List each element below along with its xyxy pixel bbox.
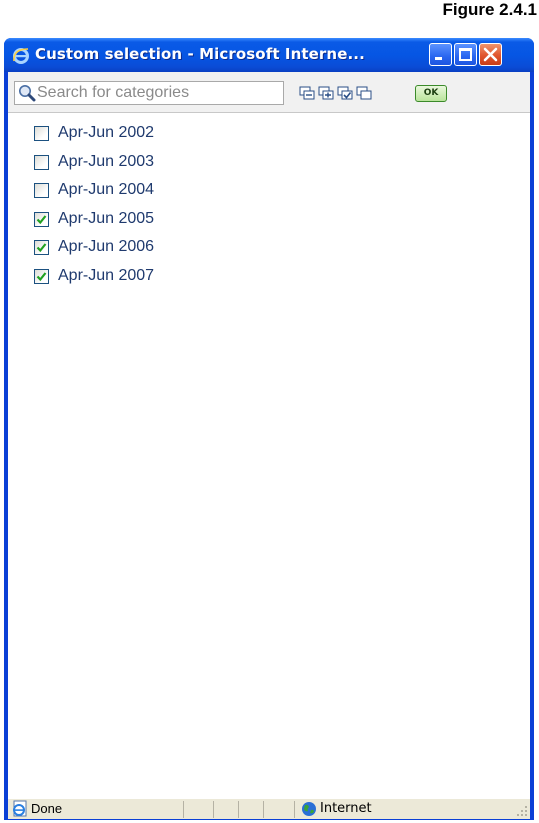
ok-button[interactable]: OK [415, 85, 447, 102]
check-icon [36, 271, 47, 281]
status-divider [263, 801, 264, 818]
browser-popup-window: Custom selection - Microsoft Interne... [4, 38, 534, 820]
globe-icon [302, 802, 316, 816]
category-item[interactable]: Apr-Jun 2003 [34, 153, 154, 182]
status-bar: Done Internet [8, 798, 530, 819]
check-icon [36, 243, 47, 253]
checkbox-checked[interactable] [34, 211, 49, 227]
minimize-button[interactable] [429, 43, 452, 66]
maximize-icon [459, 48, 472, 61]
checkbox-unchecked[interactable] [34, 183, 49, 198]
status-divider [238, 801, 239, 818]
maximize-button[interactable] [454, 43, 477, 66]
category-item[interactable]: Apr-Jun 2007 [34, 267, 154, 296]
search-box[interactable] [14, 81, 284, 105]
toolbar: OK [8, 72, 530, 113]
minimize-icon [435, 57, 442, 60]
close-button[interactable] [479, 43, 502, 66]
category-label: Apr-Jun 2003 [58, 152, 155, 170]
checkbox-unchecked[interactable] [34, 126, 49, 141]
window-title: Custom selection - Microsoft Interne... [35, 45, 365, 63]
expand-all-icon[interactable] [318, 86, 335, 101]
category-label: Apr-Jun 2007 [58, 266, 155, 284]
category-label: Apr-Jun 2005 [58, 209, 155, 227]
resize-grip-icon[interactable] [516, 805, 528, 817]
status-divider [183, 801, 184, 818]
page-icon [13, 800, 27, 817]
search-icon [19, 85, 36, 102]
figure-caption: Figure 2.4.1 [442, 0, 537, 19]
category-list: Apr-Jun 2002 Apr-Jun 2003 Apr-Jun 2004 Apr-… [34, 124, 154, 295]
close-icon [483, 47, 498, 62]
checkbox-unchecked[interactable] [34, 154, 49, 170]
category-label: Apr-Jun 2002 [58, 124, 155, 141]
status-text: Done [31, 801, 63, 816]
status-divider [294, 801, 295, 818]
deselect-all-icon[interactable] [356, 86, 373, 101]
category-item[interactable]: Apr-Jun 2005 [34, 210, 154, 239]
category-item[interactable]: Apr-Jun 2006 [34, 238, 154, 267]
zone-text: Internet [320, 801, 372, 816]
category-item[interactable]: Apr-Jun 2002 [34, 124, 154, 153]
select-all-icon[interactable] [337, 86, 354, 101]
checkbox-checked[interactable] [34, 240, 49, 255]
checkbox-checked[interactable] [34, 268, 49, 284]
popup-content: OK Apr-Jun 2002Apr-Jun 2003Apr-Jun 2004A… [8, 72, 530, 819]
category-item[interactable]: Apr-Jun 2004 [34, 181, 154, 210]
check-icon [36, 214, 47, 224]
title-bar[interactable]: Custom selection - Microsoft Interne... [4, 38, 534, 72]
collapse-all-icon[interactable] [299, 86, 316, 101]
category-label: Apr-Jun 2004 [58, 181, 155, 198]
internet-explorer-icon [12, 46, 30, 64]
status-divider [213, 801, 214, 818]
search-input[interactable] [37, 83, 277, 103]
category-label: Apr-Jun 2006 [58, 238, 155, 255]
